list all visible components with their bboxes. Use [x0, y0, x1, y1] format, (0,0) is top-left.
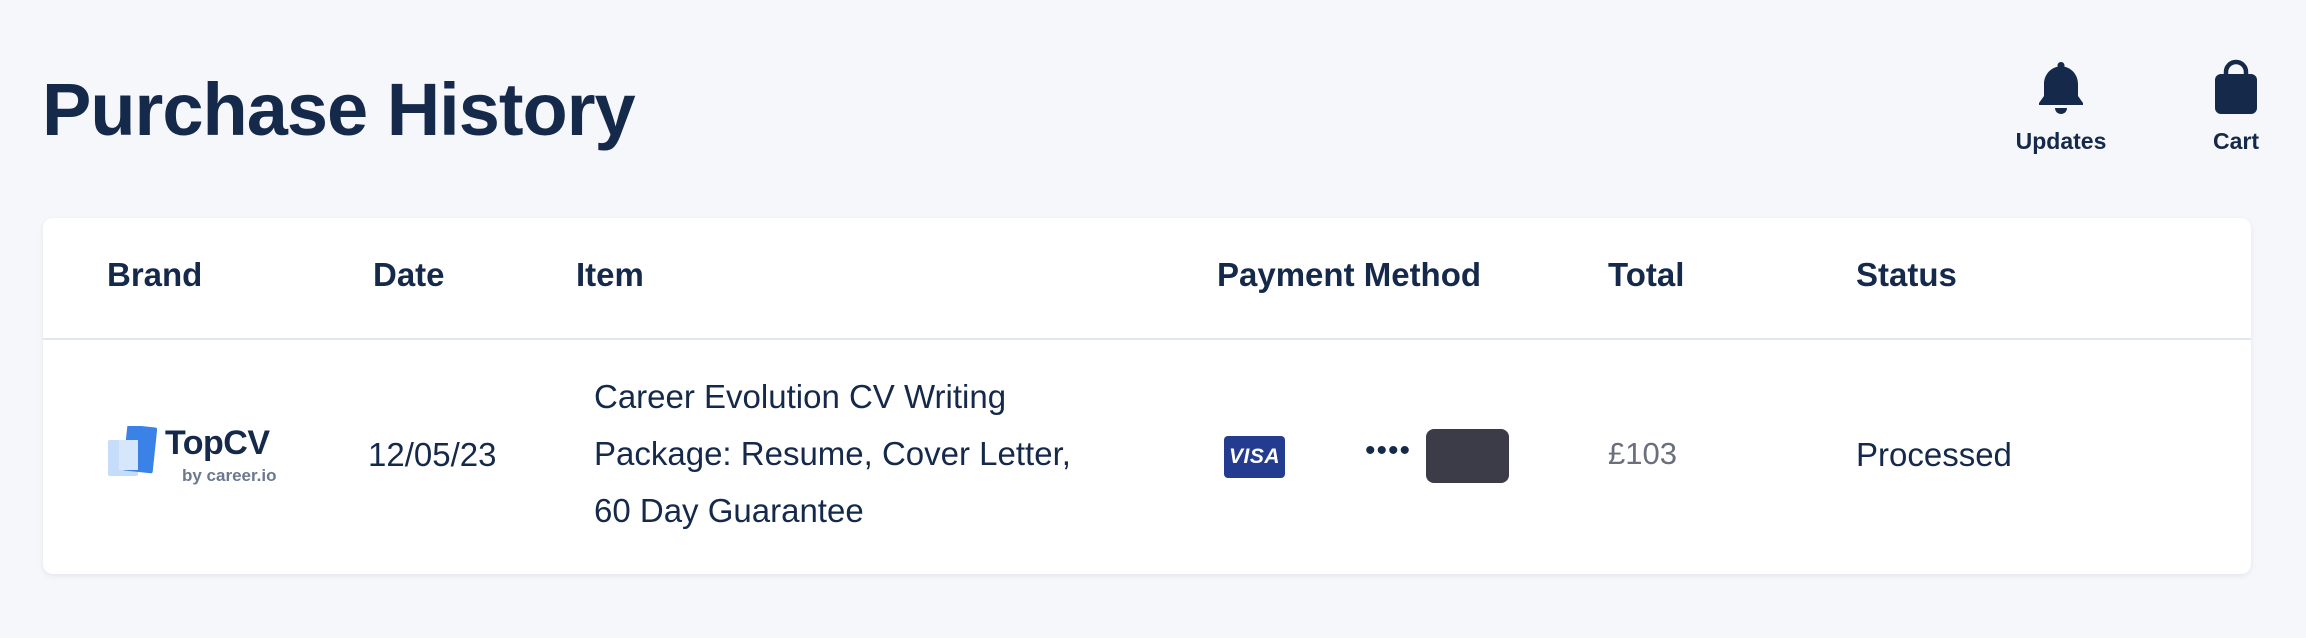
item-line: Career Evolution CV Writing — [594, 378, 1007, 415]
brand-name: TopCV — [165, 424, 270, 462]
purchase-total: £103 — [1608, 436, 1677, 471]
column-header-item: Item — [576, 256, 644, 293]
brand-tagline: by career.io — [182, 466, 277, 485]
updates-label: Updates — [2015, 128, 2107, 154]
redacted-card-digits — [1426, 429, 1509, 483]
top-actions: Updates Cart — [2006, 58, 2306, 168]
column-header-status: Status — [1856, 256, 1957, 293]
item-line: Package: Resume, Cover Letter, — [594, 435, 1071, 472]
brand-logo: TopCV by career.io — [107, 424, 277, 485]
updates-button[interactable]: Updates — [2006, 58, 2116, 155]
visa-card-icon: VISA — [1224, 436, 1285, 478]
purchase-table: Brand Date Item Payment Method Total Sta… — [43, 218, 2251, 574]
item-line: 60 Day Guarantee — [594, 492, 864, 529]
cart-button[interactable]: Cart — [2196, 58, 2276, 155]
bell-icon — [2039, 62, 2083, 114]
cart-label: Cart — [2212, 128, 2259, 154]
purchase-history-page: Purchase History Updates Cart Brand Date… — [0, 0, 2306, 638]
masked-card-dots: •••• — [1365, 434, 1412, 467]
topcv-logo-icon — [108, 426, 157, 476]
purchase-status: Processed — [1856, 436, 2012, 473]
table-row[interactable]: TopCV by career.io 12/05/23 Career Evolu… — [43, 340, 2251, 574]
purchase-date: 12/05/23 — [368, 436, 497, 473]
table-header: Brand Date Item Payment Method Total Sta… — [43, 218, 2251, 340]
page-title: Purchase History — [42, 68, 636, 151]
column-header-date: Date — [373, 256, 445, 293]
column-header-payment-method: Payment Method — [1217, 256, 1482, 293]
column-header-total: Total — [1608, 256, 1685, 293]
column-header-brand: Brand — [107, 256, 203, 293]
purchase-item: Career Evolution CV Writing Package: Res… — [594, 368, 1154, 539]
shopping-bag-icon — [2215, 59, 2257, 114]
